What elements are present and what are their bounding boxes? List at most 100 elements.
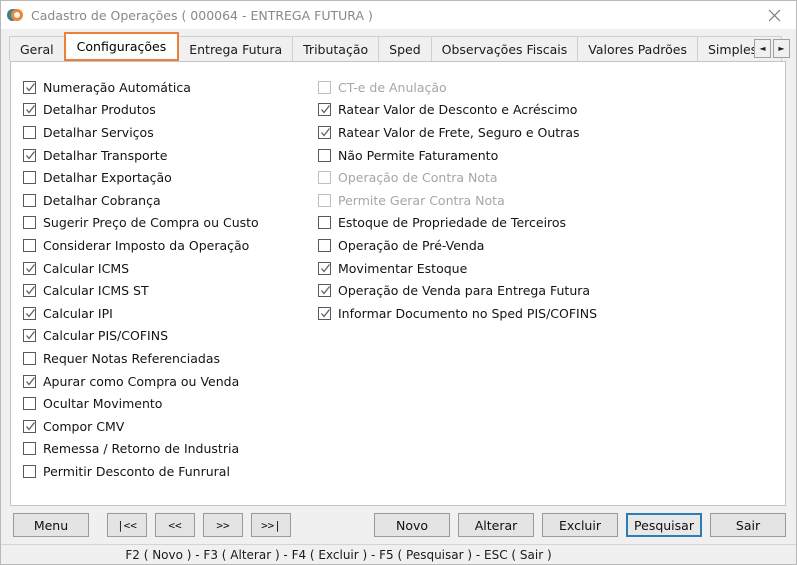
checkbox-unchecked-icon[interactable]	[23, 216, 36, 230]
checkbox-row[interactable]: Informar Documento no Sped PIS/COFINS	[318, 302, 658, 325]
excluir-button[interactable]: Excluir	[542, 513, 618, 537]
checkbox-unchecked-icon[interactable]	[23, 464, 36, 478]
checkbox-checked-icon[interactable]	[23, 419, 36, 433]
checkbox-label: Numeração Automática	[43, 79, 191, 95]
tab-entrega-futura[interactable]: Entrega Futura	[178, 36, 294, 61]
tab-scroll-left-icon[interactable]: ◄	[754, 39, 771, 58]
checkbox-checked-icon[interactable]	[23, 103, 36, 117]
checkbox-unchecked-icon[interactable]	[23, 125, 36, 139]
checkbox-row[interactable]: Detalhar Exportação	[23, 166, 318, 189]
checkbox-unchecked-icon[interactable]	[23, 238, 36, 252]
checkbox-row[interactable]: Ocultar Movimento	[23, 392, 318, 415]
tab-valores-padr-es[interactable]: Valores Padrões	[577, 36, 698, 61]
checkbox-label: Apurar como Compra ou Venda	[43, 373, 240, 389]
checkbox-checked-icon[interactable]	[318, 261, 331, 275]
checkbox-row[interactable]: Operação de Pré-Venda	[318, 234, 658, 257]
checkbox-unchecked-icon[interactable]	[318, 148, 331, 162]
checkbox-unchecked-icon[interactable]	[318, 216, 331, 230]
menu-button[interactable]: Menu	[13, 513, 89, 537]
checkbox-unchecked-icon	[318, 193, 331, 207]
tab-label: Entrega Futura	[189, 42, 283, 57]
checkbox-unchecked-icon[interactable]	[23, 442, 36, 456]
checkbox-label: Detalhar Serviços	[43, 124, 154, 140]
checkbox-label: Calcular IPI	[43, 305, 113, 321]
checkbox-row[interactable]: Detalhar Serviços	[23, 121, 318, 144]
pesquisar-button[interactable]: Pesquisar	[626, 513, 702, 537]
checkbox-label: Ratear Valor de Frete, Seguro e Outras	[338, 124, 580, 140]
checkbox-row: Permite Gerar Contra Nota	[318, 189, 658, 212]
checkbox-row[interactable]: Remessa / Retorno de Industria	[23, 438, 318, 461]
checkbox-row[interactable]: Requer Notas Referenciadas	[23, 347, 318, 370]
close-icon[interactable]	[752, 1, 796, 29]
last-record-button[interactable]: >>|	[251, 513, 291, 537]
checkbox-row[interactable]: Apurar como Compra ou Venda	[23, 370, 318, 393]
checkbox-row[interactable]: Movimentar Estoque	[318, 257, 658, 280]
checkbox-checked-icon[interactable]	[23, 80, 36, 94]
checkbox-row[interactable]: Não Permite Faturamento	[318, 144, 658, 167]
checkbox-row[interactable]: Numeração Automática	[23, 76, 318, 99]
checkbox-label: Calcular PIS/COFINS	[43, 328, 168, 344]
checkbox-unchecked-icon[interactable]	[318, 238, 331, 252]
checkbox-checked-icon[interactable]	[23, 148, 36, 162]
tab-label: Valores Padrões	[588, 42, 687, 57]
novo-button[interactable]: Novo	[374, 513, 450, 537]
alterar-button[interactable]: Alterar	[458, 513, 534, 537]
tab-tributa-o[interactable]: Tributação	[292, 36, 380, 61]
checkbox-row[interactable]: Ratear Valor de Frete, Seguro e Outras	[318, 121, 658, 144]
status-bar: F2 ( Novo ) - F3 ( Alterar ) - F4 ( Excl…	[1, 544, 796, 564]
checkbox-checked-icon[interactable]	[318, 125, 331, 139]
checkbox-checked-icon[interactable]	[23, 374, 36, 388]
checkbox-unchecked-icon[interactable]	[23, 351, 36, 365]
checkbox-row[interactable]: Detalhar Produtos	[23, 99, 318, 122]
tab-observa-es-fiscais[interactable]: Observações Fiscais	[430, 36, 579, 61]
checkbox-row[interactable]: Estoque de Propriedade de Terceiros	[318, 212, 658, 235]
tab-label: Tributação	[303, 42, 369, 57]
tab-label: Sped	[389, 42, 421, 57]
checkbox-label: Remessa / Retorno de Industria	[43, 441, 240, 457]
title-bar: Cadastro de Operações ( 000064 - ENTREGA…	[1, 1, 796, 29]
checkbox-row[interactable]: Ratear Valor de Desconto e Acréscimo	[318, 99, 658, 122]
checkbox-checked-icon[interactable]	[318, 103, 331, 117]
checkbox-row[interactable]: Detalhar Transporte	[23, 144, 318, 167]
checkbox-label: Estoque de Propriedade de Terceiros	[338, 215, 567, 231]
checkbox-row[interactable]: Calcular ICMS	[23, 257, 318, 280]
checkbox-checked-icon[interactable]	[318, 306, 331, 320]
checkbox-unchecked-icon[interactable]	[23, 171, 36, 185]
checkbox-label: CT-e de Anulação	[338, 79, 447, 95]
checkbox-label: Movimentar Estoque	[338, 260, 468, 276]
checkbox-row[interactable]: Calcular PIS/COFINS	[23, 325, 318, 348]
next-record-button[interactable]: >>	[203, 513, 243, 537]
checkbox-label: Informar Documento no Sped PIS/COFINS	[338, 305, 598, 321]
sair-button[interactable]: Sair	[710, 513, 786, 537]
checkbox-unchecked-icon[interactable]	[23, 193, 36, 207]
checkbox-label: Detalhar Exportação	[43, 170, 172, 186]
checkbox-unchecked-icon	[318, 171, 331, 185]
checkbox-row[interactable]: Detalhar Cobrança	[23, 189, 318, 212]
checkbox-label: Considerar Imposto da Operação	[43, 237, 250, 253]
options-column-right: CT-e de Anulação Ratear Valor de Desconto…	[318, 76, 658, 483]
checkbox-label: Operação de Contra Nota	[338, 170, 498, 186]
tab-scroll-right-icon[interactable]: ►	[773, 39, 790, 58]
checkbox-row[interactable]: Sugerir Preço de Compra ou Custo	[23, 212, 318, 235]
previous-record-button[interactable]: <<	[155, 513, 195, 537]
checkbox-unchecked-icon[interactable]	[23, 397, 36, 411]
tab-configura-es[interactable]: Configurações	[63, 32, 180, 61]
checkbox-checked-icon[interactable]	[23, 329, 36, 343]
checkbox-checked-icon[interactable]	[23, 284, 36, 298]
checkbox-row[interactable]: Permitir Desconto de Funrural	[23, 460, 318, 483]
checkbox-row[interactable]: Calcular ICMS ST	[23, 279, 318, 302]
first-record-button[interactable]: |<<	[107, 513, 147, 537]
checkbox-row[interactable]: Calcular IPI	[23, 302, 318, 325]
checkbox-label: Operação de Venda para Entrega Futura	[338, 283, 591, 299]
checkbox-label: Compor CMV	[43, 418, 125, 434]
tab-sped[interactable]: Sped	[378, 36, 432, 61]
checkbox-row[interactable]: Considerar Imposto da Operação	[23, 234, 318, 257]
checkbox-checked-icon[interactable]	[318, 284, 331, 298]
checkbox-row[interactable]: Compor CMV	[23, 415, 318, 438]
tab-label: Observações Fiscais	[441, 42, 568, 57]
tab-geral[interactable]: Geral	[9, 36, 65, 61]
checkbox-row[interactable]: Operação de Venda para Entrega Futura	[318, 279, 658, 302]
checkbox-checked-icon[interactable]	[23, 261, 36, 275]
options-columns: Numeração Automática Detalhar Produtos Det…	[11, 62, 785, 483]
checkbox-checked-icon[interactable]	[23, 306, 36, 320]
